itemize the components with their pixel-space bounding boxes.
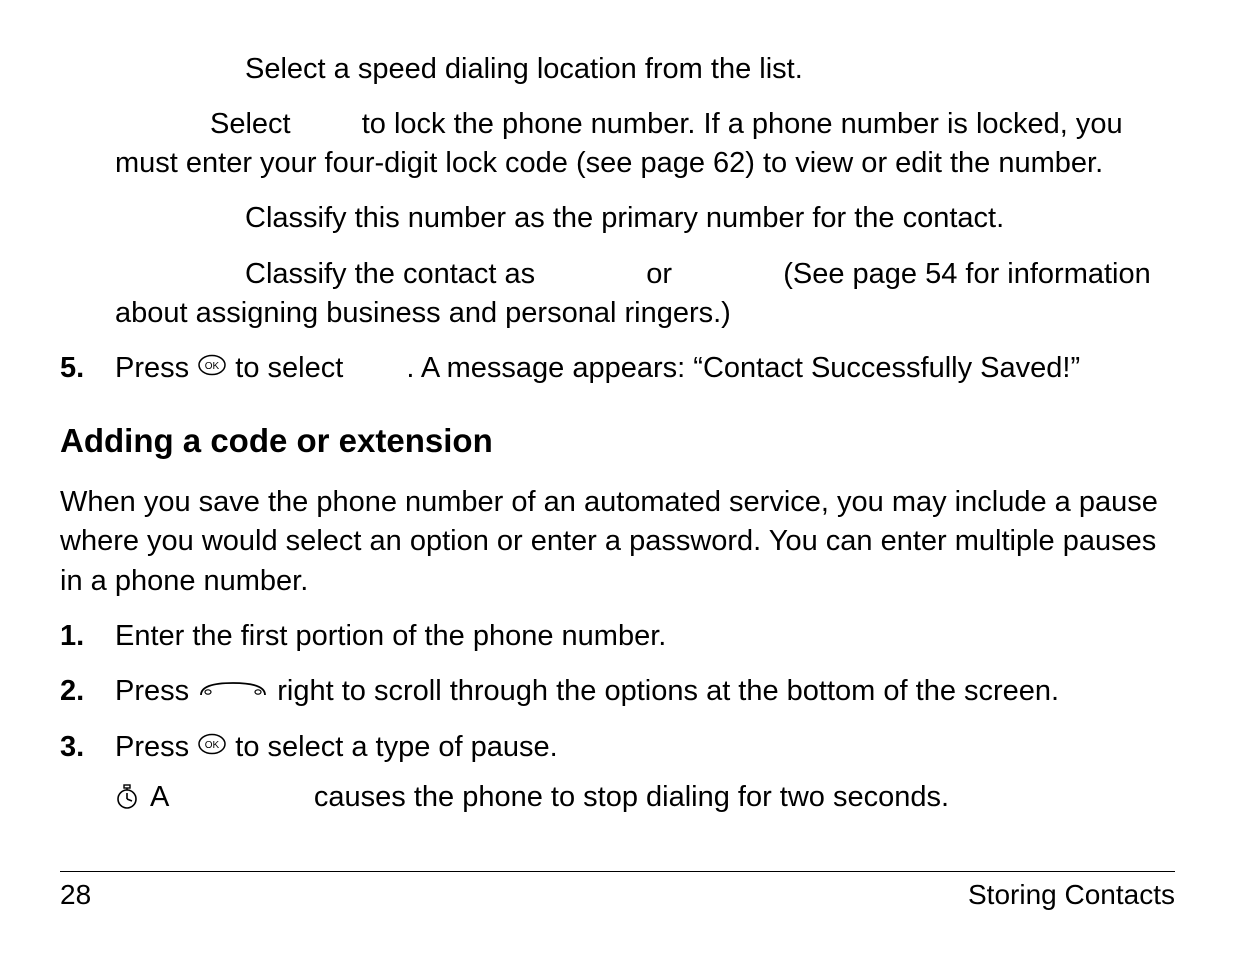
page-number: 28	[60, 876, 91, 914]
step5-b: to select	[235, 352, 343, 384]
timed-pause-row: A causes the phone to stop dialing for t…	[60, 778, 1175, 817]
step-3-number: 3.	[60, 728, 115, 767]
step2-b: right to scroll through the options at t…	[277, 675, 1059, 707]
intro-paragraph: When you save the phone number of an aut…	[60, 483, 1175, 600]
step-5-number: 5.	[60, 349, 115, 388]
soft-key-icon	[197, 671, 269, 710]
step-1-number: 1.	[60, 617, 115, 656]
step5-c: . A message appears: “Contact Successful…	[406, 352, 1080, 384]
svg-text:OK: OK	[205, 740, 220, 751]
svg-text:OK: OK	[205, 361, 220, 372]
secret-lead: Select	[210, 108, 291, 140]
page-footer: 28 Storing Contacts	[60, 871, 1175, 914]
step-2: 2. Press right to scroll through the opt…	[60, 672, 1175, 712]
footer-section-title: Storing Contacts	[968, 876, 1175, 914]
step-1: 1. Enter the first portion of the phone …	[60, 617, 1175, 656]
speed-dial-text: Select a speed dialing location from the…	[245, 53, 803, 85]
classify-b: or	[646, 258, 672, 290]
step-1-text: Enter the first portion of the phone num…	[115, 617, 1175, 656]
step-2-number: 2.	[60, 672, 115, 711]
step3-b: to select a type of pause.	[235, 731, 557, 763]
step-3: 3. Press OK to select a type of pause.	[60, 728, 1175, 768]
stopwatch-icon	[115, 782, 139, 821]
classify-a: Classify the contact as	[245, 258, 535, 290]
speed-dial-note: Select a speed dialing location from the…	[60, 50, 1175, 333]
primary-number-text: Classify this number as the primary numb…	[245, 202, 1004, 234]
document-page: Select a speed dialing location from the…	[0, 0, 1235, 954]
section-heading: Adding a code or extension	[60, 419, 1175, 464]
pause-b: causes the phone to stop dialing for two…	[314, 781, 949, 813]
step3-a: Press	[115, 731, 189, 763]
pause-a: A	[150, 781, 168, 813]
step5-a: Press	[115, 352, 189, 384]
ok-button-icon: OK	[197, 348, 227, 387]
step-5: 5. Press OK to select . A message appear…	[60, 349, 1175, 389]
ok-button-icon: OK	[197, 727, 227, 766]
step2-a: Press	[115, 675, 189, 707]
